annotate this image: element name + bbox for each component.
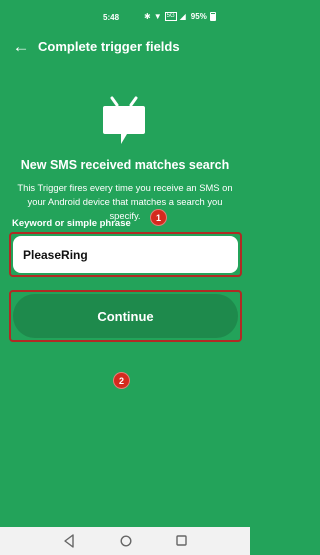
wifi-icon: ▼ <box>153 12 162 21</box>
network-type-icon: 5G <box>164 12 177 21</box>
sms-icon <box>103 96 145 144</box>
continue-button[interactable]: Continue <box>13 294 238 338</box>
status-icons: ✱ ▼ 5G ◢ 95% <box>144 12 216 21</box>
trigger-description: This Trigger fires every time you receiv… <box>17 182 233 221</box>
annotation-badge-1: 1 <box>150 209 167 226</box>
signal-icon: ◢ <box>179 12 186 21</box>
battery-icon <box>209 12 216 21</box>
arrow-left-icon: ← <box>12 37 30 56</box>
home-circle-icon[interactable] <box>120 535 132 547</box>
keyword-field-label: Keyword or simple phrase <box>12 218 131 229</box>
back-triangle-icon[interactable] <box>63 534 75 548</box>
trigger-heading: New SMS received matches search <box>20 158 230 172</box>
back-button[interactable]: ← <box>10 37 32 57</box>
page-title: Complete trigger fields <box>38 39 180 54</box>
status-bar: 5:48 ✱ ▼ 5G ◢ 95% <box>0 0 250 34</box>
annotation-badge-2: 2 <box>113 372 130 389</box>
battery-percent: 95% <box>190 12 207 21</box>
app-bar: ← Complete trigger fields <box>0 34 250 60</box>
status-time: 5:48 <box>103 13 120 22</box>
keyword-input[interactable] <box>13 236 238 273</box>
recents-square-icon[interactable] <box>176 535 187 546</box>
system-nav-bar <box>0 527 250 555</box>
bluetooth-icon: ✱ <box>144 12 151 21</box>
